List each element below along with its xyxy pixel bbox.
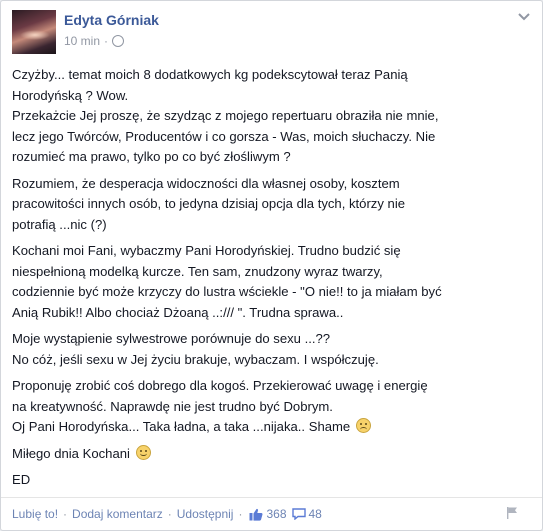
author-name[interactable]: Edyta Górniak: [64, 12, 159, 28]
paragraph-2: Rozumiem, że desperacja widoczności dla …: [12, 175, 406, 232]
comments-count[interactable]: 48: [309, 507, 322, 521]
like-button[interactable]: Lubię to!: [12, 507, 58, 521]
action-separator: ·: [167, 507, 172, 521]
likes-summary[interactable]: 368 48: [249, 507, 322, 521]
author-avatar[interactable]: [12, 10, 56, 54]
action-separator: ·: [63, 507, 68, 521]
meta-separator: ·: [104, 34, 109, 48]
paragraph-1: Czyżby... temat moich 8 dodatkowych kg p…: [12, 67, 439, 164]
globe-icon[interactable]: [112, 35, 125, 47]
paragraph-7: ED: [12, 472, 31, 487]
post-body: Czyżby... temat moich 8 dodatkowych kg p…: [12, 65, 532, 497]
frown-emoji-icon: [355, 418, 371, 433]
post-actions: Lubię to! · Dodaj komentarz · Udostępnij…: [12, 507, 322, 521]
post-footer: Lubię to! · Dodaj komentarz · Udostępnij…: [1, 497, 542, 530]
paragraph-4: Moje wystąpienie sylwestrowe porównuje d…: [12, 331, 379, 367]
paragraph-6: Miłego dnia Kochani: [12, 444, 532, 465]
likes-count[interactable]: 368: [266, 507, 286, 521]
paragraph-3: Kochani moi Fani, wybaczmy Pani Horodyńs…: [12, 243, 442, 320]
comment-button[interactable]: Dodaj komentarz: [72, 507, 163, 521]
post-card: Edyta Górniak 10 min · Czyżby... temat m…: [0, 0, 543, 531]
paragraph-5: Proponuję zrobić coś dobrego dla kogoś. …: [12, 378, 428, 434]
post-header: Edyta Górniak 10 min ·: [12, 10, 532, 54]
action-separator: ·: [238, 507, 243, 521]
share-button[interactable]: Udostępnij: [177, 507, 234, 521]
flag-icon[interactable]: [506, 506, 518, 519]
post-meta: 10 min ·: [64, 34, 125, 48]
smile-emoji-icon: [135, 444, 151, 460]
chevron-down-icon[interactable]: [516, 10, 532, 24]
comment-bubble-icon: [291, 508, 306, 520]
thumbs-up-icon: [249, 508, 263, 521]
post-time[interactable]: 10 min: [64, 34, 100, 48]
